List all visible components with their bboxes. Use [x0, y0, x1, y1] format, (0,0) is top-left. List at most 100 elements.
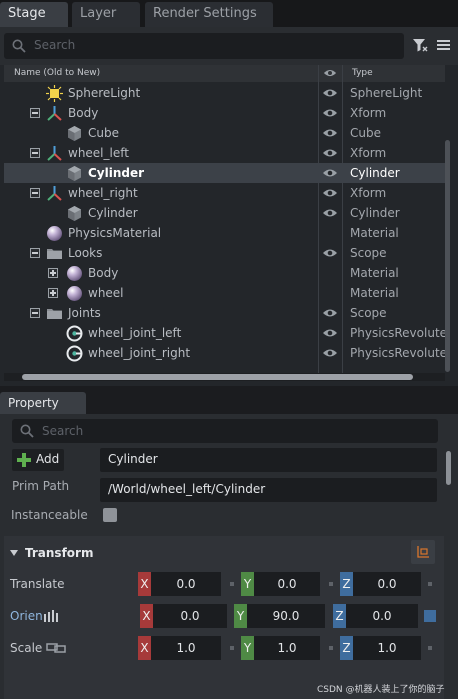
- transform-section: Transform Translate X 0.0 Y 0.0 Z 0.0 Or…: [4, 536, 444, 699]
- axis-z-label: Z: [333, 604, 346, 628]
- tree-row[interactable]: wheel_joint_left PhysicsRevoluteJoint: [4, 323, 445, 343]
- visibility-header-eye-icon[interactable]: [323, 67, 337, 79]
- material-sphere-icon: [46, 225, 63, 242]
- prim-name-field[interactable]: Cylinder: [100, 448, 437, 472]
- property-search-input[interactable]: Search: [12, 419, 438, 443]
- tree-row[interactable]: PhysicsMaterial Material: [4, 223, 445, 243]
- tab-layer[interactable]: Layer: [72, 2, 140, 27]
- tree-row-name: wheel_joint_right: [88, 346, 191, 360]
- stage-search-placeholder: Search: [34, 38, 76, 52]
- visibility-eye-icon[interactable]: [322, 327, 338, 339]
- visibility-eye-icon[interactable]: [322, 167, 338, 179]
- tree-row[interactable]: Looks Scope: [4, 243, 445, 263]
- collapse-icon[interactable]: [30, 188, 40, 198]
- orient-z-field[interactable]: 0.0: [346, 604, 418, 628]
- cube-icon: [66, 125, 83, 142]
- orient-y-field[interactable]: 90.0: [247, 604, 325, 628]
- expand-icon[interactable]: [48, 288, 58, 298]
- field-separator-dot: [428, 582, 432, 586]
- stage-vertical-scrollbar[interactable]: [445, 140, 450, 372]
- expand-icon[interactable]: [48, 268, 58, 278]
- visibility-eye-icon[interactable]: [322, 187, 338, 199]
- orient-mixed-indicator[interactable]: [424, 610, 436, 622]
- visibility-eye-icon[interactable]: [322, 87, 338, 99]
- tree-row-type: PhysicsRevoluteJoint: [350, 346, 445, 360]
- link-scale-icon[interactable]: [46, 643, 66, 653]
- scale-z-field[interactable]: 1.0: [353, 636, 421, 660]
- tree-row[interactable]: Body Xform: [4, 103, 445, 123]
- prim-name-value: Cylinder: [108, 452, 158, 466]
- instanceable-checkbox[interactable]: [103, 508, 117, 522]
- folder-icon: [46, 245, 63, 262]
- tree-row-type: Material: [350, 266, 399, 280]
- scale-x-field[interactable]: 1.0: [151, 636, 221, 660]
- translate-y-field[interactable]: 0.0: [254, 572, 320, 596]
- column-header-type[interactable]: Type: [352, 68, 373, 78]
- tree-row-name: Body: [88, 266, 119, 280]
- stage-horizontal-scrollbar[interactable]: [22, 374, 413, 380]
- axis-y-label: Y: [241, 572, 254, 596]
- visibility-eye-icon[interactable]: [322, 347, 338, 359]
- collapse-icon[interactable]: [30, 108, 40, 118]
- tree-row-type: Cylinder: [350, 166, 400, 180]
- tree-row-type: Material: [350, 226, 399, 240]
- axis-x-label: X: [140, 604, 153, 628]
- visibility-eye-icon[interactable]: [322, 307, 338, 319]
- tree-row[interactable]: Body Material: [4, 263, 445, 283]
- collapse-icon[interactable]: [30, 148, 40, 158]
- collapse-triangle-icon[interactable]: [10, 550, 18, 556]
- hamburger-menu-icon[interactable]: [436, 37, 452, 53]
- property-scrollbar[interactable]: [446, 451, 451, 485]
- field-separator-dot: [428, 646, 432, 650]
- revolute-joint-icon: [66, 345, 83, 362]
- visibility-eye-icon[interactable]: [322, 247, 338, 259]
- prim-path-value: /World/wheel_left/Cylinder: [108, 482, 266, 496]
- filter-icon[interactable]: [412, 37, 428, 53]
- tree-row[interactable]: Cube Cube: [4, 123, 445, 143]
- column-header-name[interactable]: Name (Old to New): [14, 68, 100, 78]
- scale-row: Scale X 1.0 Y 1.0 Z 1.0: [4, 636, 444, 660]
- transform-title: Transform: [25, 546, 94, 560]
- visibility-eye-icon[interactable]: [322, 127, 338, 139]
- tree-row[interactable]: wheel_joint_right PhysicsRevoluteJoint: [4, 343, 445, 363]
- material-sphere-icon: [66, 285, 83, 302]
- tree-row-name: SphereLight: [68, 86, 141, 100]
- tree-row[interactable]: Cylinder Cylinder: [4, 203, 445, 223]
- stage-panel: Stage Layer Render Settings Search Name …: [0, 0, 458, 386]
- translate-x-field[interactable]: 0.0: [151, 572, 221, 596]
- tree-row[interactable]: wheel_left Xform: [4, 143, 445, 163]
- cylinder-icon: [66, 205, 83, 222]
- visibility-eye-icon[interactable]: [322, 147, 338, 159]
- tree-row[interactable]: wheel Material: [4, 283, 445, 303]
- tab-stage[interactable]: Stage: [0, 2, 68, 27]
- axis-z-label: Z: [340, 636, 353, 660]
- scale-y-field[interactable]: 1.0: [254, 636, 320, 660]
- instanceable-label: Instanceable: [11, 508, 88, 522]
- tree-row[interactable]: Joints Scope: [4, 303, 445, 323]
- collapse-icon[interactable]: [30, 248, 40, 258]
- rotation-order-icon[interactable]: [44, 610, 58, 622]
- tree-row[interactable]: wheel_right Xform: [4, 183, 445, 203]
- prim-path-label: Prim Path: [12, 479, 70, 493]
- stage-search-input[interactable]: Search: [4, 33, 404, 59]
- visibility-eye-icon[interactable]: [322, 107, 338, 119]
- tree-row-type: Xform: [350, 146, 387, 160]
- transform-settings-button[interactable]: [411, 540, 435, 564]
- orient-label[interactable]: Orient: [10, 609, 42, 623]
- visibility-eye-icon[interactable]: [322, 207, 338, 219]
- tree-row-name: Looks: [68, 246, 103, 260]
- tree-row-name: PhysicsMaterial: [68, 226, 162, 240]
- tree-row[interactable]: Cylinder Cylinder: [4, 163, 445, 183]
- prim-path-field[interactable]: /World/wheel_left/Cylinder: [100, 478, 437, 502]
- orient-x-field[interactable]: 0.0: [153, 604, 227, 628]
- axis-x-label: X: [138, 572, 151, 596]
- tree-row-type: Scope: [350, 246, 387, 260]
- add-button[interactable]: Add: [12, 449, 64, 471]
- collapse-icon[interactable]: [30, 308, 40, 318]
- tree-row-type: Cube: [350, 126, 381, 140]
- tab-render-settings[interactable]: Render Settings: [145, 2, 273, 27]
- tree-row[interactable]: SphereLight SphereLight: [4, 83, 445, 103]
- tree-row-name: wheel: [88, 286, 124, 300]
- tab-property[interactable]: Property: [0, 392, 86, 414]
- translate-z-field[interactable]: 0.0: [353, 572, 421, 596]
